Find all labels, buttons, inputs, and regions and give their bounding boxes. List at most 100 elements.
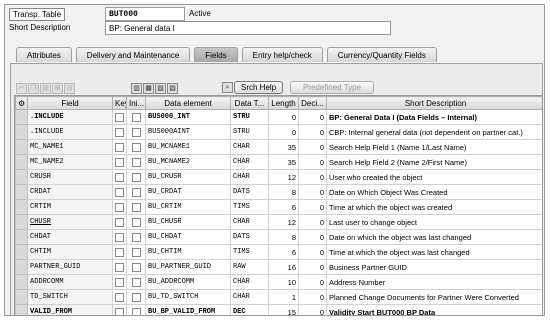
checkbox[interactable] bbox=[131, 127, 141, 137]
key-checkbox[interactable] bbox=[112, 124, 127, 140]
field-name-cell[interactable]: ADDRCOMM bbox=[27, 274, 113, 290]
table-row[interactable]: TD_SWITCH BU_TD_SWITCH CHAR 1 0 Planned Chang… bbox=[15, 289, 542, 305]
initial-value-checkbox[interactable] bbox=[126, 259, 146, 275]
column-settings-icon[interactable]: ⚙ bbox=[15, 96, 28, 110]
initial-value-checkbox[interactable] bbox=[126, 214, 146, 230]
row-selector[interactable] bbox=[15, 229, 28, 245]
delete-row-icon[interactable]: ⊟ bbox=[64, 82, 75, 94]
expand-include-icon[interactable]: ▦ bbox=[143, 82, 154, 94]
field-name-cell[interactable]: MC_NAME1 bbox=[27, 139, 113, 155]
short-description-cell[interactable]: Time at which the object was created bbox=[326, 199, 542, 215]
short-description-cell[interactable]: CBP: Internal general data (not dependen… bbox=[326, 124, 542, 140]
paste-icon[interactable]: ▤ bbox=[40, 82, 51, 94]
checkbox[interactable] bbox=[115, 307, 124, 315]
checkbox[interactable] bbox=[115, 262, 124, 272]
short-description-cell[interactable]: Validity Start BUT000 BP Data bbox=[326, 304, 542, 315]
key-checkbox[interactable] bbox=[112, 214, 127, 230]
row-selector[interactable] bbox=[15, 184, 28, 200]
row-selector[interactable] bbox=[15, 259, 28, 275]
decimals-cell[interactable]: 0 bbox=[298, 124, 327, 140]
data-type-cell[interactable]: CHAR bbox=[230, 139, 269, 155]
col-header-data-type[interactable]: Data T... bbox=[230, 96, 269, 110]
row-selector[interactable] bbox=[15, 289, 28, 305]
key-checkbox[interactable] bbox=[112, 184, 127, 200]
key-checkbox[interactable] bbox=[112, 259, 127, 275]
length-cell[interactable]: 6 bbox=[268, 244, 299, 260]
checkbox[interactable] bbox=[131, 307, 141, 315]
checkbox[interactable] bbox=[131, 157, 141, 167]
checkbox[interactable] bbox=[131, 247, 141, 257]
short-description-cell[interactable]: Date on which the object was last change… bbox=[326, 229, 542, 245]
field-name-cell[interactable]: CRTIM bbox=[27, 199, 113, 215]
col-header-initial[interactable]: Ini... bbox=[126, 96, 146, 110]
length-cell[interactable]: 1 bbox=[268, 289, 299, 305]
checkbox[interactable] bbox=[115, 172, 124, 182]
length-cell[interactable]: 12 bbox=[268, 169, 299, 185]
table-row[interactable]: PARTNER_GUID BU_PARTNER_GUID RAW 16 0 Busines… bbox=[15, 259, 542, 275]
data-type-cell[interactable]: TIMS bbox=[230, 199, 269, 215]
data-type-cell[interactable]: RAW bbox=[230, 259, 269, 275]
decimals-cell[interactable]: 0 bbox=[298, 214, 327, 230]
checkbox[interactable] bbox=[115, 157, 124, 167]
data-element-cell[interactable]: BU_CRUSR bbox=[145, 169, 231, 185]
data-type-cell[interactable]: CHAR bbox=[230, 169, 269, 185]
row-selector[interactable] bbox=[15, 124, 28, 140]
initial-value-checkbox[interactable] bbox=[126, 229, 146, 245]
field-name-cell[interactable]: .INCLUDE bbox=[27, 109, 113, 125]
checkbox[interactable] bbox=[131, 172, 141, 182]
key-checkbox[interactable] bbox=[112, 169, 127, 185]
checkbox[interactable] bbox=[131, 262, 141, 272]
field-name-cell[interactable]: CRUSR bbox=[27, 169, 113, 185]
length-cell[interactable]: 12 bbox=[268, 214, 299, 230]
field-name-cell[interactable]: TD_SWITCH bbox=[27, 289, 113, 305]
data-type-cell[interactable]: STRU bbox=[230, 124, 269, 140]
checkbox[interactable] bbox=[131, 232, 141, 242]
data-element-cell[interactable]: BUS000AINT bbox=[145, 124, 231, 140]
data-element-cell[interactable]: BU_MCNAME1 bbox=[145, 139, 231, 155]
data-type-cell[interactable]: DEC bbox=[230, 304, 269, 315]
table-row[interactable]: VALID_FROM BU_BP_VALID_FROM DEC 15 0 Validity… bbox=[15, 304, 542, 315]
col-header-field[interactable]: Field bbox=[27, 96, 113, 110]
checkbox[interactable] bbox=[131, 292, 141, 302]
row-selector[interactable] bbox=[15, 169, 28, 185]
data-type-cell[interactable]: STRU bbox=[230, 109, 269, 125]
length-cell[interactable]: 0 bbox=[268, 124, 299, 140]
decimals-cell[interactable]: 0 bbox=[298, 154, 327, 170]
decimals-cell[interactable]: 0 bbox=[298, 109, 327, 125]
checkbox[interactable] bbox=[115, 187, 124, 197]
short-description-cell[interactable]: Search Help Field 1 (Name 1/Last Name) bbox=[326, 139, 542, 155]
initial-value-checkbox[interactable] bbox=[126, 109, 146, 125]
field-name-cell[interactable]: .INCLUDE bbox=[27, 124, 113, 140]
length-cell[interactable]: 8 bbox=[268, 184, 299, 200]
short-description-cell[interactable]: Date on Which Object Was Created bbox=[326, 184, 542, 200]
col-header-key[interactable]: Key bbox=[112, 96, 127, 110]
checkbox[interactable] bbox=[115, 232, 124, 242]
checkbox[interactable] bbox=[115, 127, 124, 137]
table-row[interactable]: MC_NAME2 BU_MCNAME2 CHAR 35 0 Search Help Fie… bbox=[15, 154, 542, 170]
decimals-cell[interactable]: 0 bbox=[298, 184, 327, 200]
data-type-cell[interactable]: CHAR bbox=[230, 274, 269, 290]
initial-value-checkbox[interactable] bbox=[126, 274, 146, 290]
table-row[interactable]: CRUSR BU_CRUSR CHAR 12 0 User who created the… bbox=[15, 169, 542, 185]
row-selector[interactable] bbox=[15, 154, 28, 170]
initial-value-checkbox[interactable] bbox=[126, 124, 146, 140]
decimals-cell[interactable]: 0 bbox=[298, 199, 327, 215]
data-element-cell[interactable]: BU_ADDRCOMM bbox=[145, 274, 231, 290]
table-row[interactable]: ADDRCOMM BU_ADDRCOMM CHAR 10 0 Address Number bbox=[15, 274, 542, 290]
short-description-field[interactable]: BP: General data I bbox=[105, 21, 391, 35]
checkbox[interactable] bbox=[131, 277, 141, 287]
data-type-cell[interactable]: CHAR bbox=[230, 289, 269, 305]
append-structure-icon[interactable]: ▧ bbox=[155, 82, 166, 94]
decimals-cell[interactable]: 0 bbox=[298, 139, 327, 155]
key-checkbox[interactable] bbox=[112, 244, 127, 260]
tab-fields[interactable]: Fields bbox=[194, 47, 238, 62]
row-selector[interactable] bbox=[15, 274, 28, 290]
checkbox[interactable] bbox=[115, 217, 124, 227]
field-name-cell[interactable]: VALID_FROM bbox=[27, 304, 113, 315]
col-header-short-description[interactable]: Short Description bbox=[326, 96, 542, 110]
include-icon[interactable]: ▥ bbox=[131, 82, 142, 94]
length-cell[interactable]: 0 bbox=[268, 109, 299, 125]
table-row[interactable]: CHUSR BU_CHUSR CHAR 12 0 Last user to change … bbox=[15, 214, 542, 230]
table-row[interactable]: CRTIM BU_CRTIM TIMS 6 0 Time at which the obj… bbox=[15, 199, 542, 215]
decimals-cell[interactable]: 0 bbox=[298, 259, 327, 275]
